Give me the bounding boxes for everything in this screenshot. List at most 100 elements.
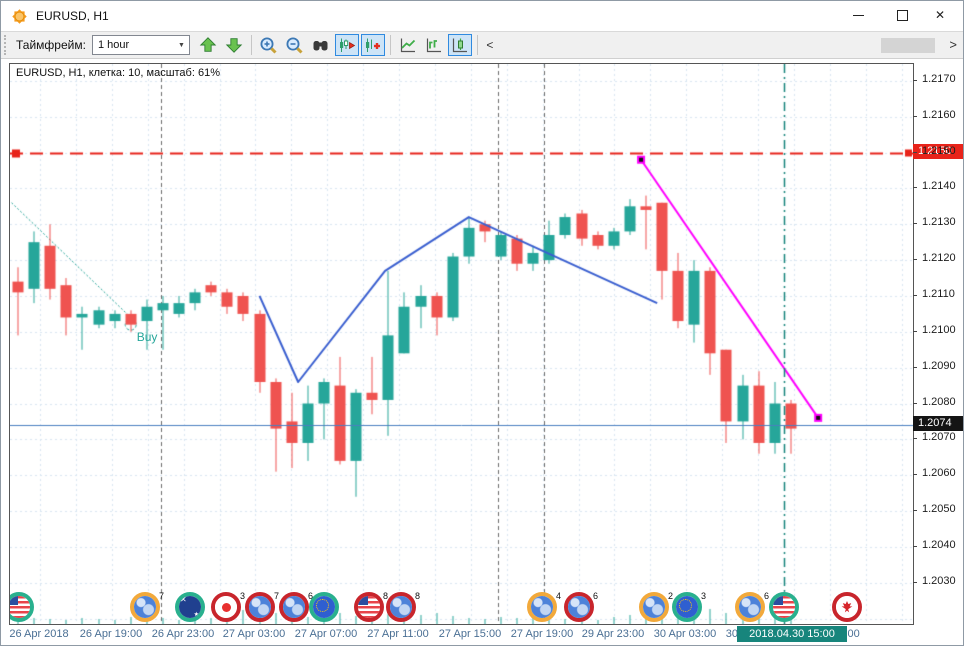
price-axis-tick	[913, 152, 917, 153]
calendar-event-icon-canada[interactable]	[832, 592, 862, 622]
maximize-button[interactable]	[885, 1, 919, 29]
search-button[interactable]	[309, 34, 333, 56]
chart-canvas[interactable]: EURUSD, H1, клетка: 10, масштаб: 61% Buy…	[9, 63, 914, 625]
globe-flag-icon	[249, 596, 271, 618]
price-axis-tick	[913, 80, 917, 81]
event-count-badge: 2	[668, 591, 673, 601]
chevron-down-icon: ▼	[174, 42, 189, 49]
price-axis-label: 1.2090	[922, 360, 956, 372]
chart-info-text: EURUSD, H1, клетка: 10, масштаб: 61%	[16, 67, 220, 79]
australia-flag-icon	[179, 596, 201, 618]
candlestick-chart-icon	[450, 36, 469, 55]
calendar-event-icon-australia[interactable]	[175, 592, 205, 622]
calendar-event-icon-globe[interactable]: 4	[527, 592, 557, 622]
scroll-right-chevron[interactable]: >	[949, 37, 957, 52]
us-flag-icon	[358, 596, 380, 618]
event-count-badge: 8	[415, 591, 420, 601]
bar-chart-icon	[424, 36, 443, 55]
time-axis-label: 27 Apr 11:00	[367, 628, 429, 640]
price-axis-label: 1.2120	[922, 252, 956, 264]
price-axis[interactable]: 1.2150 1.2074 1.21701.21601.21501.21401.…	[913, 63, 964, 625]
price-axis-tick	[913, 187, 917, 188]
bar-chart-button[interactable]	[422, 34, 446, 56]
timeframe-value: 1 hour	[93, 39, 174, 51]
globe-flag-icon	[134, 596, 156, 618]
price-axis-tick	[913, 295, 917, 296]
price-axis-tick	[913, 546, 917, 547]
japan-flag-icon	[215, 596, 237, 618]
event-count-badge: 6	[764, 591, 769, 601]
canada-flag-icon	[836, 596, 858, 618]
price-axis-label: 1.2130	[922, 216, 956, 228]
globe-flag-icon	[283, 596, 305, 618]
selected-time-tag: 2018.04.30 15:00	[737, 626, 847, 642]
price-axis-label: 1.2140	[922, 180, 956, 192]
globe-flag-icon	[568, 596, 590, 618]
zoom-out-button[interactable]	[283, 34, 307, 56]
time-axis-label: 27 Apr 07:00	[295, 628, 357, 640]
zoom-in-button[interactable]	[257, 34, 281, 56]
title-bar: EURUSD, H1 ✕	[1, 1, 963, 31]
price-axis-label: 1.2060	[922, 467, 956, 479]
toolbar-grip-handle[interactable]	[4, 35, 10, 55]
price-axis-tick	[913, 331, 917, 332]
price-axis-tick	[913, 582, 917, 583]
price-axis-tick	[913, 510, 917, 511]
toolbar-scrollbar[interactable]	[881, 38, 935, 53]
trade-levels-icon	[337, 36, 356, 55]
price-axis-tick	[913, 116, 917, 117]
event-count-badge: 3	[240, 591, 245, 601]
price-axis-label: 1.2050	[922, 503, 956, 515]
calendar-event-icon-globe[interactable]: 2	[639, 592, 669, 622]
time-axis[interactable]: 26 Apr 201826 Apr 19:0026 Apr 23:0027 Ap…	[9, 625, 912, 646]
timeframe-up-button[interactable]	[196, 34, 220, 56]
window-title: EURUSD, H1	[36, 9, 109, 23]
candle-chart-button[interactable]	[448, 34, 472, 56]
us-flag-icon	[9, 596, 30, 618]
current-price-tag: 1.2074	[913, 416, 963, 431]
calendar-event-icon-globe[interactable]: 7	[245, 592, 275, 622]
show-trade-levels-button[interactable]	[335, 34, 359, 56]
calendar-event-icon-us[interactable]: 8	[354, 592, 384, 622]
zoom-out-icon	[285, 36, 304, 55]
up-arrow-icon	[199, 36, 217, 54]
timeframe-dropdown[interactable]: 1 hour ▼	[92, 35, 190, 55]
minimize-button[interactable]	[841, 1, 875, 29]
zoom-in-icon	[259, 36, 278, 55]
line-chart-button[interactable]	[396, 34, 420, 56]
time-axis-label: 26 Apr 23:00	[152, 628, 214, 640]
line-chart-icon	[398, 36, 417, 55]
event-count-badge: 4	[556, 591, 561, 601]
eu-flag-icon	[313, 596, 335, 618]
price-axis-label: 1.2040	[922, 539, 956, 551]
calendar-event-icon-globe[interactable]: 6	[564, 592, 594, 622]
price-axis-tick	[913, 223, 917, 224]
time-axis-label: 26 Apr 19:00	[80, 628, 142, 640]
calendar-event-icon-globe[interactable]: 6	[735, 592, 765, 622]
price-axis-tick	[913, 403, 917, 404]
time-axis-label: 30 Apr 03:00	[654, 628, 716, 640]
chart-window: EURUSD, H1, клетка: 10, масштаб: 61% Buy…	[1, 59, 964, 646]
calendar-event-icon-globe[interactable]: 6	[279, 592, 309, 622]
calendar-event-icon-globe[interactable]: 7	[130, 592, 160, 622]
toolbar: Таймфрейм: 1 hour ▼	[1, 31, 963, 59]
price-axis-tick	[913, 438, 917, 439]
calendar-event-icon-japan[interactable]: 3	[211, 592, 241, 622]
scroll-left-chevron[interactable]: <	[482, 38, 498, 52]
time-axis-label: 27 Apr 19:00	[511, 628, 573, 640]
price-axis-label: 1.2100	[922, 324, 956, 336]
time-axis-label: 27 Apr 15:00	[439, 628, 501, 640]
globe-flag-icon	[390, 596, 412, 618]
app-icon	[11, 8, 28, 25]
calendar-event-icon-globe[interactable]: 8	[386, 592, 416, 622]
price-axis-tick	[913, 367, 917, 368]
close-button[interactable]: ✕	[923, 1, 957, 29]
calendar-event-icon-eu[interactable]	[309, 592, 339, 622]
application-window: EURUSD, H1 ✕ Таймфрейм: 1 hour ▼	[0, 0, 964, 646]
calendar-event-icon-us[interactable]	[769, 592, 799, 622]
show-trade-history-button[interactable]	[361, 34, 385, 56]
timeframe-down-button[interactable]	[222, 34, 246, 56]
down-arrow-icon	[225, 36, 243, 54]
calendar-event-icon-eu[interactable]: 3	[672, 592, 702, 622]
price-axis-tick	[913, 474, 917, 475]
